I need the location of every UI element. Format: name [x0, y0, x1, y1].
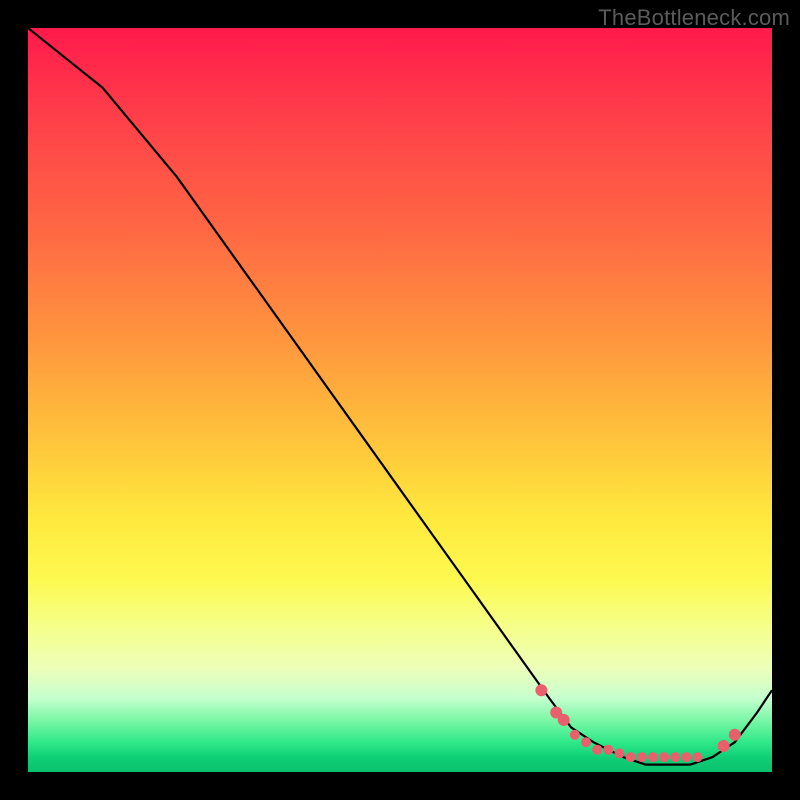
marker-point [729, 729, 741, 741]
marker-point [581, 737, 591, 747]
marker-point [535, 684, 547, 696]
marker-point [592, 745, 602, 755]
marker-point [693, 752, 703, 762]
marker-point [637, 752, 647, 762]
marker-point [626, 752, 636, 762]
chart-svg [28, 28, 772, 772]
marker-point [648, 752, 658, 762]
marker-point [603, 745, 613, 755]
marker-point [558, 714, 570, 726]
chart-frame: TheBottleneck.com [0, 0, 800, 800]
highlighted-points [535, 684, 740, 762]
marker-point [670, 752, 680, 762]
marker-point [615, 748, 625, 758]
marker-point [681, 752, 691, 762]
watermark-text: TheBottleneck.com [598, 5, 790, 31]
marker-point [659, 752, 669, 762]
curve-line [28, 28, 772, 765]
plot-area [28, 28, 772, 772]
marker-point [570, 730, 580, 740]
bottleneck-curve [28, 28, 772, 765]
marker-point [718, 740, 730, 752]
